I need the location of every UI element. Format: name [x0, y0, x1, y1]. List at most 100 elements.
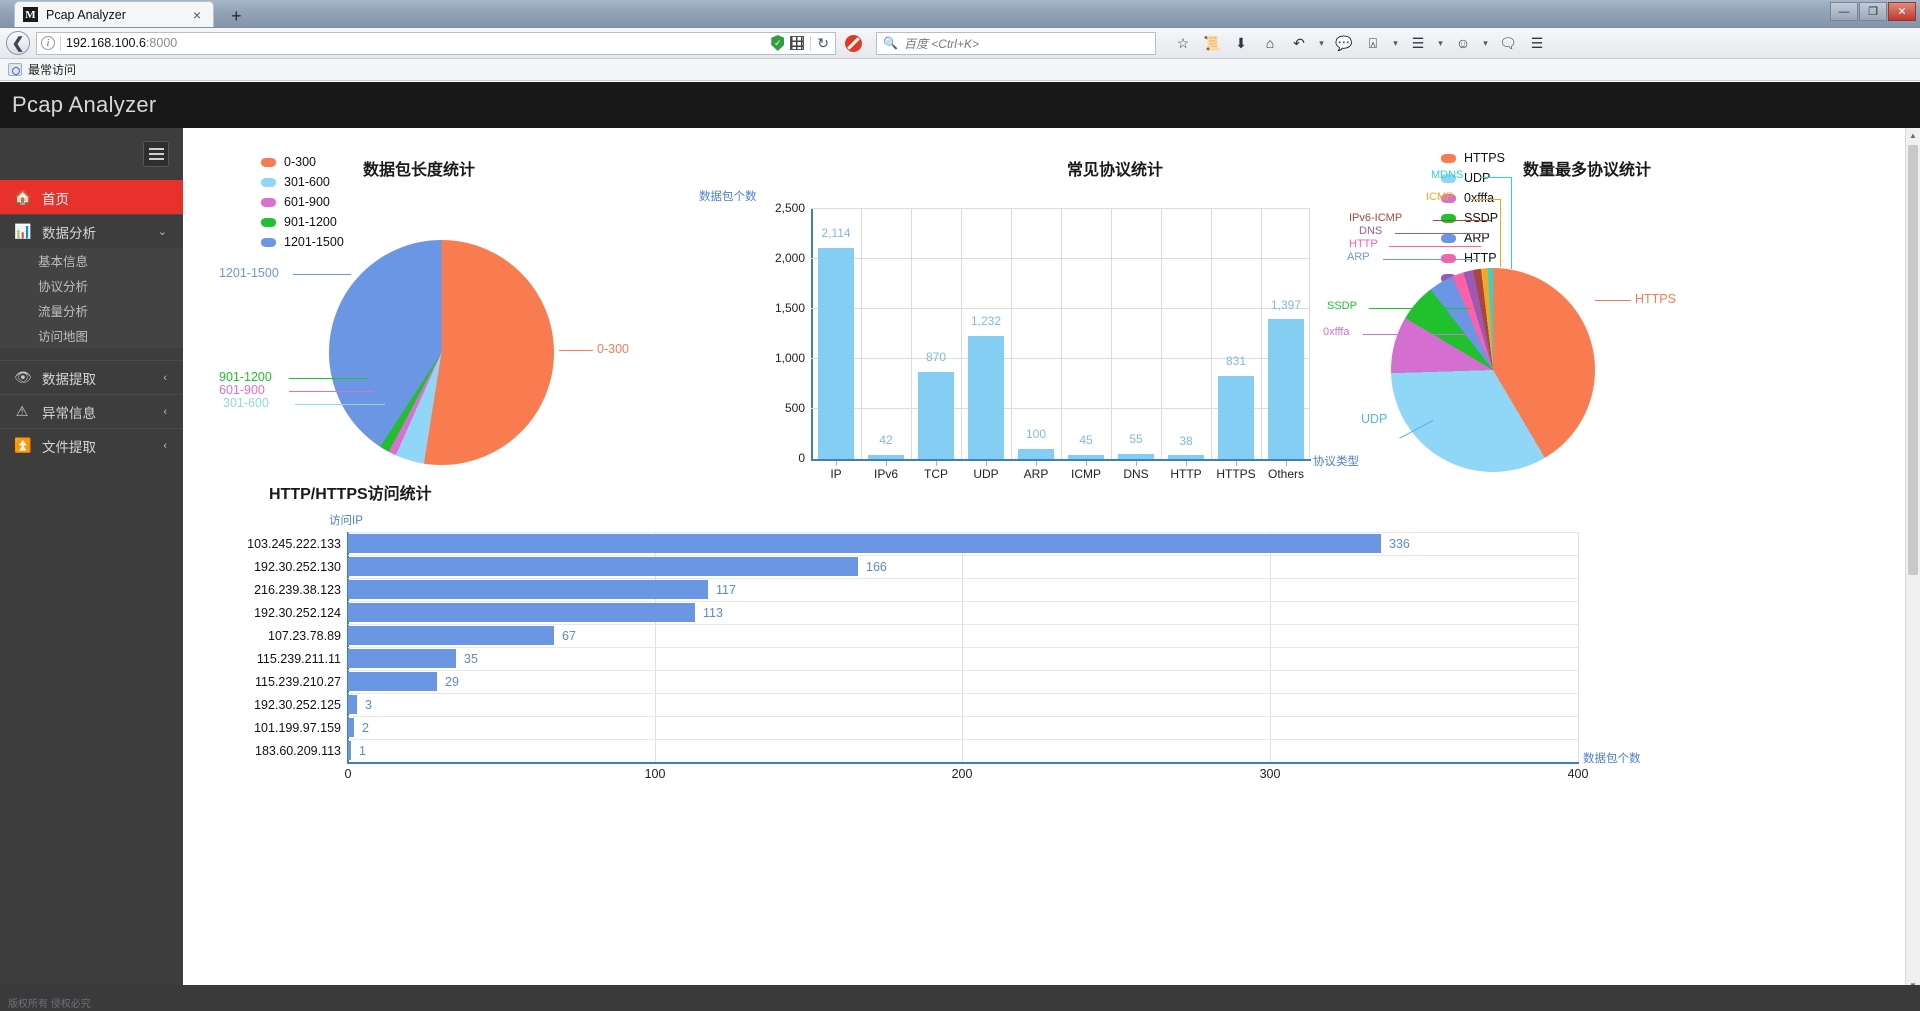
bookmark-star-icon[interactable]: ☆ — [1170, 31, 1196, 55]
y-tick-label: 192.30.252.125 — [183, 698, 341, 712]
pie-label-udp: UDP — [1361, 412, 1387, 426]
noscript-icon[interactable] — [840, 31, 866, 55]
legend-item[interactable]: 901-1200 — [261, 212, 344, 232]
minimize-icon[interactable]: — — [1830, 2, 1858, 21]
sidebar-item-file-extraction[interactable]: ⏫ 文件提取 ‹ — [0, 428, 183, 462]
home-icon[interactable]: ⌂ — [1257, 31, 1283, 55]
bar[interactable] — [348, 718, 354, 737]
bar[interactable] — [348, 603, 695, 622]
scrollbar-thumb[interactable] — [1908, 145, 1918, 575]
bar[interactable] — [1168, 455, 1204, 459]
legend-label: 301-600 — [284, 175, 330, 189]
legend-item[interactable]: HTTPS — [1441, 148, 1524, 168]
translate-icon[interactable]: ☰ — [1405, 31, 1431, 55]
sidebar-subitem-basic-info[interactable]: 基本信息 — [0, 248, 183, 273]
sidebar-subitem-traffic-analysis[interactable]: 流量分析 — [0, 298, 183, 323]
browser-tab[interactable]: M Pcap Analyzer × — [14, 1, 214, 27]
bar-value-label: 55 — [1110, 432, 1162, 446]
x-tick-label: 100 — [630, 767, 680, 781]
sidebar-item-anomaly-info[interactable]: ⚠ 异常信息 ‹ — [0, 394, 183, 428]
reload-icon[interactable]: ↻ — [817, 35, 829, 52]
bar[interactable] — [968, 336, 1004, 459]
bar[interactable] — [818, 248, 854, 459]
bar-value-label: 1 — [359, 744, 366, 758]
app-body: 🏠 首页 📊 数据分析 ⌄ 基本信息 协议分析 流量分析 访问地图 👁 数据提取 — [0, 128, 1920, 1011]
bar[interactable] — [348, 534, 1381, 553]
x-tick-label: 300 — [1245, 767, 1295, 781]
comment-icon[interactable]: 🗨 — [1495, 31, 1521, 55]
bar[interactable] — [348, 557, 858, 576]
chevron-down-icon[interactable]: ▾ — [1434, 31, 1447, 55]
x-axis-label: 协议类型 — [1313, 453, 1359, 469]
x-tick-label: 200 — [937, 767, 987, 781]
sidebar-subitem-access-map[interactable]: 访问地图 — [0, 323, 183, 348]
sidebar-item-label: 首页 — [42, 188, 69, 208]
pie-slices — [1391, 268, 1595, 472]
back-button[interactable]: ❮ — [6, 31, 30, 55]
pie-chart[interactable] — [1391, 268, 1595, 472]
bar[interactable] — [868, 455, 904, 459]
shield-check-icon[interactable]: ✓ — [771, 35, 784, 51]
bar[interactable] — [348, 626, 554, 645]
undo-icon[interactable]: ↶ — [1286, 31, 1312, 55]
info-icon[interactable]: i — [41, 36, 55, 50]
legend-label: SSDP — [1464, 211, 1498, 225]
chevron-down-icon[interactable]: ▾ — [1315, 31, 1328, 55]
bar[interactable] — [1218, 376, 1254, 459]
legend-item[interactable]: 0-300 — [261, 152, 344, 172]
new-tab-button[interactable]: + — [224, 5, 249, 27]
bar[interactable] — [348, 741, 351, 760]
window-controls: — ❐ ✕ — [1830, 2, 1916, 21]
sidebar-item-data-analysis[interactable]: 📊 数据分析 ⌄ — [0, 214, 183, 248]
maximize-icon[interactable]: ❐ — [1859, 2, 1887, 21]
bar[interactable] — [1018, 449, 1054, 459]
bar-value-label: 38 — [1160, 434, 1212, 448]
bar-value-label: 831 — [1210, 354, 1262, 368]
bookmark-most-visited[interactable]: 最常访问 — [28, 61, 76, 78]
bar[interactable] — [918, 372, 954, 459]
leader-line — [1383, 259, 1477, 260]
y-tick-label: 216.239.38.123 — [183, 583, 341, 597]
search-input[interactable]: 🔍 百度 <Ctrl+K> — [876, 32, 1156, 55]
window-close-icon[interactable]: ✕ — [1888, 2, 1916, 21]
menu-icon[interactable] — [143, 141, 169, 167]
tick-mark — [836, 461, 837, 466]
screenshot-icon[interactable]: ⍓ — [1360, 31, 1386, 55]
bar[interactable] — [348, 580, 708, 599]
download-icon[interactable]: ⬇ — [1228, 31, 1254, 55]
address-bar[interactable]: i 192.168.100.6:8000 ✓ ↻ — [36, 32, 836, 55]
sidebar-item-label: 异常信息 — [42, 402, 96, 422]
vertical-scrollbar[interactable]: ▲ ▼ — [1905, 128, 1920, 993]
close-icon[interactable]: × — [189, 8, 205, 22]
bar[interactable] — [1118, 454, 1154, 460]
bar[interactable] — [348, 695, 357, 714]
chevron-down-icon[interactable]: ▾ — [1479, 31, 1492, 55]
bar[interactable] — [1068, 455, 1104, 460]
bar[interactable] — [348, 672, 437, 691]
sidebar-item-home[interactable]: 🏠 首页 — [0, 180, 183, 214]
browser-window: M Pcap Analyzer × + — ❐ ✕ ❮ i 192.168.10… — [0, 0, 1920, 1011]
leader-line — [295, 404, 385, 405]
leader-line — [1511, 177, 1512, 269]
gridline — [348, 716, 1578, 717]
leader-line — [1500, 199, 1501, 267]
chat-icon[interactable]: 💬 — [1331, 31, 1357, 55]
search-placeholder: 百度 <Ctrl+K> — [904, 35, 979, 52]
gridline — [811, 308, 1309, 309]
sidebar-item-data-extraction[interactable]: 👁 数据提取 ‹ — [0, 360, 183, 394]
chevron-down-icon[interactable]: ▾ — [1389, 31, 1402, 55]
menu-icon[interactable]: ☰ — [1524, 31, 1550, 55]
bar[interactable] — [348, 649, 456, 668]
account-icon[interactable]: ☺ — [1450, 31, 1476, 55]
legend-item[interactable]: 301-600 — [261, 172, 344, 192]
leader-line — [293, 274, 351, 275]
scroll-up-icon[interactable]: ▲ — [1906, 128, 1920, 143]
pie-chart[interactable] — [329, 240, 554, 465]
qr-code-icon[interactable] — [790, 36, 804, 50]
sidebar-subitem-protocol-analysis[interactable]: 协议分析 — [0, 273, 183, 298]
bar[interactable] — [1268, 319, 1304, 459]
library-icon[interactable]: 📜 — [1199, 31, 1225, 55]
dashboard: 数据包长度统计 0-300 301-600 — [183, 128, 1905, 993]
gridline — [1211, 208, 1212, 459]
legend-item[interactable]: 601-900 — [261, 192, 344, 212]
